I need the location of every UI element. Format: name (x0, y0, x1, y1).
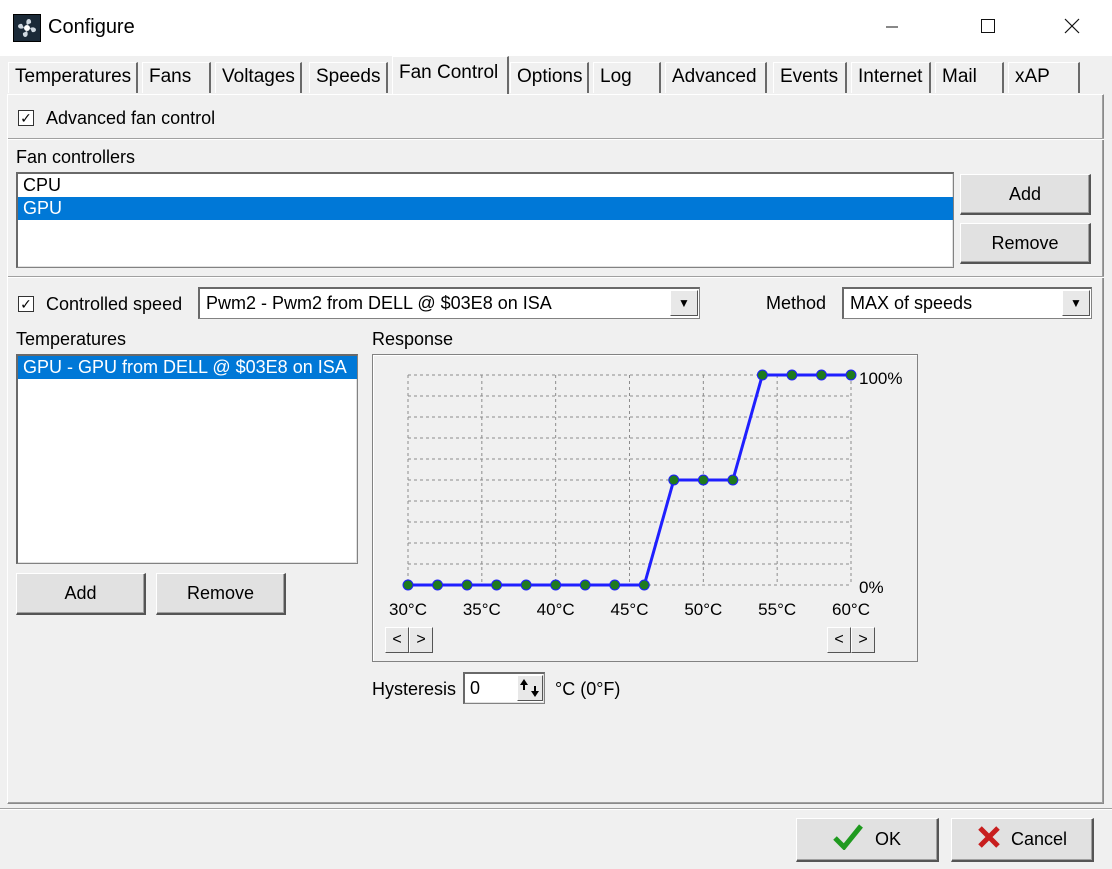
fan-controllers-label: Fan controllers (16, 147, 136, 167)
checkmark-icon (833, 824, 863, 855)
x-icon (977, 825, 1001, 854)
hysteresis-value: 0 (470, 678, 481, 698)
footer-divider (0, 808, 1112, 810)
x-tick-label: 45°C (611, 600, 649, 619)
left-range-next-button[interactable]: > (409, 627, 433, 653)
close-button[interactable] (1042, 0, 1102, 56)
fan-controllers-list[interactable]: CPU GPU (16, 172, 954, 268)
temperatures-list[interactable]: GPU - GPU from DELL @ $03E8 on ISA (16, 354, 358, 564)
tab-log[interactable]: Log (593, 62, 661, 93)
divider (8, 138, 1104, 140)
right-range-next-button[interactable]: > (851, 627, 875, 653)
speed-source-select[interactable]: Pwm2 - Pwm2 from DELL @ $03E8 on ISA ▼ (198, 287, 700, 319)
response-point[interactable] (550, 579, 562, 591)
response-point[interactable] (579, 579, 591, 591)
response-point[interactable] (402, 579, 414, 591)
x-tick-label: 35°C (463, 600, 501, 619)
advanced-fan-control-checkbox[interactable]: ✓ (18, 110, 34, 126)
hysteresis-input[interactable]: 0 (463, 672, 545, 704)
close-icon (1064, 17, 1080, 40)
response-point[interactable] (432, 579, 444, 591)
response-chart[interactable]: 100% 0% 30°C 35°C 40°C 45°C 50°C 55°C 60°C < >… (372, 354, 918, 662)
y-min-label: 0% (859, 578, 884, 597)
tab-strip: Temperatures Fans Voltages Speeds Fan Co… (0, 56, 1112, 96)
maximize-icon (980, 17, 996, 40)
tab-advanced[interactable]: Advanced (665, 62, 767, 93)
maximize-button[interactable] (958, 0, 1018, 56)
list-item-gpu[interactable]: GPU (18, 197, 953, 220)
hysteresis-label: Hysteresis (372, 679, 457, 699)
tab-voltages[interactable]: Voltages (215, 62, 302, 93)
ok-button[interactable]: OK (796, 818, 939, 862)
remove-temperature-button[interactable]: Remove (156, 573, 286, 615)
up-down-arrows-icon[interactable] (517, 675, 543, 701)
x-tick-label: 55°C (758, 600, 796, 619)
minimize-icon (885, 17, 899, 40)
tab-fan-control[interactable]: Fan Control (392, 56, 509, 94)
hysteresis-unit: °C (0°F) (555, 679, 621, 699)
list-item-gpu-temperature[interactable]: GPU - GPU from DELL @ $03E8 on ISA (18, 356, 357, 379)
response-point[interactable] (815, 369, 827, 381)
response-point[interactable] (756, 369, 768, 381)
app-fan-icon (13, 14, 41, 42)
method-select[interactable]: MAX of speeds ▼ (842, 287, 1092, 319)
tab-internet[interactable]: Internet (851, 62, 931, 93)
method-value: MAX of speeds (850, 293, 973, 313)
response-point[interactable] (491, 579, 503, 591)
speed-source-value: Pwm2 - Pwm2 from DELL @ $03E8 on ISA (206, 293, 552, 313)
remove-controller-button[interactable]: Remove (960, 223, 1091, 264)
window-title: Configure (48, 16, 135, 38)
chart-grid (407, 374, 852, 586)
title-bar: Configure (0, 0, 1112, 56)
tab-speeds[interactable]: Speeds (309, 62, 388, 93)
response-label: Response (372, 329, 454, 349)
list-item-cpu[interactable]: CPU (18, 174, 953, 197)
y-max-label: 100% (859, 369, 902, 388)
advanced-fan-control-label: Advanced fan control (46, 108, 216, 128)
chevron-down-icon[interactable]: ▼ (670, 290, 698, 316)
chevron-down-icon[interactable]: ▼ (1062, 290, 1090, 316)
response-point[interactable] (638, 579, 650, 591)
response-point[interactable] (520, 579, 532, 591)
left-range-prev-button[interactable]: < (385, 627, 409, 653)
response-chart-svg[interactable]: 100% 0% 30°C 35°C 40°C 45°C 50°C 55°C 60°C (373, 355, 917, 661)
add-controller-button[interactable]: Add (960, 174, 1091, 215)
response-point[interactable] (845, 369, 857, 381)
x-tick-label: 50°C (684, 600, 722, 619)
x-tick-label: 40°C (537, 600, 575, 619)
temperatures-label: Temperatures (16, 329, 127, 349)
response-point[interactable] (609, 579, 621, 591)
tab-temperatures[interactable]: Temperatures (8, 62, 138, 93)
cancel-button[interactable]: Cancel (951, 818, 1094, 862)
response-point[interactable] (697, 474, 709, 486)
minimize-button[interactable] (862, 0, 922, 56)
x-tick-label: 30°C (389, 600, 427, 619)
add-temperature-button[interactable]: Add (16, 573, 146, 615)
response-point[interactable] (461, 579, 473, 591)
tab-xap[interactable]: xAP (1008, 62, 1080, 93)
right-range-prev-button[interactable]: < (827, 627, 851, 653)
response-point[interactable] (668, 474, 680, 486)
tab-fans[interactable]: Fans (142, 62, 211, 93)
divider (8, 276, 1104, 278)
tab-options[interactable]: Options (510, 62, 589, 93)
tab-mail[interactable]: Mail (935, 62, 1004, 93)
controlled-speed-checkbox[interactable]: ✓ (18, 296, 34, 312)
ok-label: OK (874, 829, 901, 849)
method-label: Method (766, 293, 827, 313)
x-axis-labels: 30°C 35°C 40°C 45°C 50°C 55°C 60°C (389, 600, 870, 619)
response-point[interactable] (786, 369, 798, 381)
x-tick-label: 60°C (832, 600, 870, 619)
tab-events[interactable]: Events (773, 62, 847, 93)
response-point[interactable] (727, 474, 739, 486)
controlled-speed-label: Controlled speed (46, 294, 183, 314)
cancel-label: Cancel (1010, 829, 1068, 849)
